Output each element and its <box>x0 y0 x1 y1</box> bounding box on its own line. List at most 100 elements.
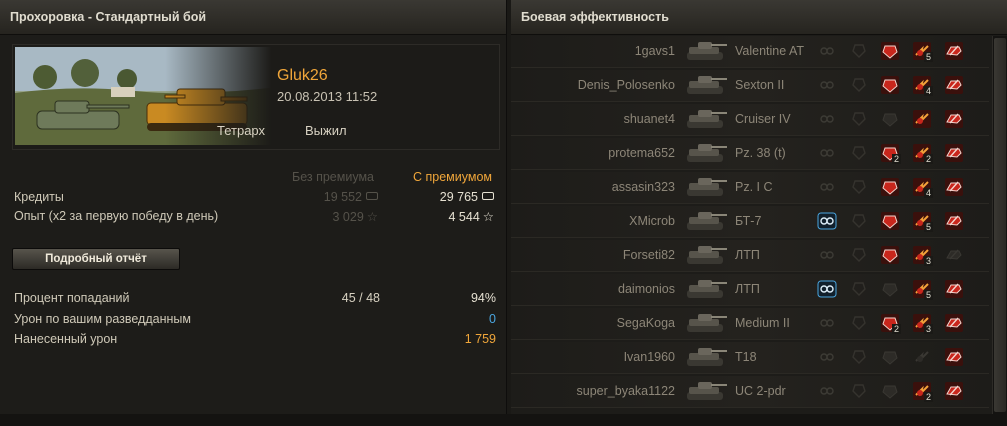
damage-icon[interactable] <box>912 109 932 129</box>
critical-hit-icon[interactable] <box>880 41 900 61</box>
efficiency-title: Боевая эффективность <box>511 0 1007 35</box>
combat-efficiency-panel: Боевая эффективность 1gavs1 Valentine AT 5… <box>511 0 1007 426</box>
tank-icon <box>683 175 729 199</box>
assist-icon[interactable] <box>849 211 869 231</box>
kill-icon[interactable] <box>944 41 964 61</box>
spotted-icon[interactable] <box>817 347 837 367</box>
count-badge: 3 <box>924 324 934 334</box>
assist-icon[interactable] <box>849 75 869 95</box>
credits-premium: 29 765 <box>440 190 494 204</box>
spotted-icon[interactable] <box>817 177 837 197</box>
kill-icon[interactable] <box>944 109 964 129</box>
damage-icon[interactable] <box>912 347 932 367</box>
player-row: Denis_Polosenko Sexton II 4 <box>511 70 989 102</box>
critical-hit-icon[interactable] <box>880 381 900 401</box>
tank-name: Cruiser IV <box>735 112 791 126</box>
hero-card: Gluk26 20.08.2013 11:52 Тетрарх Выжил <box>12 44 500 150</box>
damage-label: Нанесенный урон <box>14 332 118 346</box>
kill-icon[interactable] <box>944 75 964 95</box>
credits-icon <box>482 192 494 200</box>
kill-icon[interactable] <box>944 381 964 401</box>
tank-name: Pz. 38 (t) <box>735 146 786 160</box>
kill-icon[interactable] <box>944 313 964 333</box>
assist-icon[interactable] <box>849 279 869 299</box>
kill-icon[interactable] <box>944 347 964 367</box>
assist-icon[interactable] <box>849 177 869 197</box>
vehicle-name: Тетрарх <box>217 123 266 138</box>
tank-icon <box>683 277 729 301</box>
player-name: XMicrob <box>629 214 675 228</box>
critical-hit-icon[interactable] <box>880 75 900 95</box>
critical-hit-icon[interactable]: 2 <box>880 143 902 164</box>
player-row: Ivan1960 T18 <box>511 342 989 374</box>
critical-hit-icon[interactable] <box>880 347 900 367</box>
player-row: protema652 Pz. 38 (t) 2 2 <box>511 138 989 170</box>
player-name: super_byaka1122 <box>576 384 675 398</box>
count-badge: 2 <box>924 154 934 164</box>
spotted-icon[interactable] <box>817 109 837 129</box>
damage-icon[interactable]: 3 <box>912 313 934 334</box>
player-name: protema652 <box>608 146 675 160</box>
assist-icon[interactable] <box>849 347 869 367</box>
scrollbar[interactable] <box>992 36 1007 414</box>
credits-icon <box>366 192 378 200</box>
assist-icon[interactable] <box>849 41 869 61</box>
tank-name: UC 2-pdr <box>735 384 786 398</box>
kill-icon[interactable] <box>944 245 964 265</box>
critical-hit-icon[interactable] <box>880 109 900 129</box>
spotted-icon[interactable] <box>817 143 837 163</box>
assist-icon[interactable] <box>849 381 869 401</box>
spotted-icon[interactable] <box>817 211 837 231</box>
critical-hit-icon[interactable] <box>880 177 900 197</box>
assist-icon[interactable] <box>849 143 869 163</box>
damage-icon[interactable]: 4 <box>912 177 934 198</box>
damage-icon[interactable]: 4 <box>912 75 934 96</box>
damage-icon[interactable]: 3 <box>912 245 934 266</box>
hit-percent-value: 94% <box>470 291 496 305</box>
damage-icon[interactable]: 5 <box>912 41 934 62</box>
xp-premium-value: 4 544 <box>448 210 480 224</box>
player-row: assasin323 Pz. I C 4 <box>511 172 989 204</box>
critical-hit-icon[interactable] <box>880 279 900 299</box>
assist-icon[interactable] <box>849 313 869 333</box>
kill-icon[interactable] <box>944 143 964 163</box>
tank-name: Pz. I C <box>735 180 773 194</box>
kill-icon[interactable] <box>944 211 964 231</box>
spotted-icon[interactable] <box>817 75 837 95</box>
damage-icon[interactable]: 2 <box>912 381 934 402</box>
player-row: Forseti82 ЛТП 3 <box>511 240 989 272</box>
player-name: Forseti82 <box>622 248 675 262</box>
player-name: 1gavs1 <box>634 44 675 58</box>
hit-percent-label: Процент попаданий <box>14 291 130 305</box>
xp-label: Опыт (x2 за первую победу в день) <box>14 209 219 223</box>
spotted-icon[interactable] <box>817 279 837 299</box>
column-premium: С премиумом <box>413 170 492 184</box>
credits-base-value: 19 552 <box>323 190 362 204</box>
assist-icon[interactable] <box>849 245 869 265</box>
assist-icon[interactable] <box>849 109 869 129</box>
kill-icon[interactable] <box>944 177 964 197</box>
damage-icon[interactable]: 2 <box>912 143 934 164</box>
damage-icon[interactable]: 5 <box>912 279 934 300</box>
spotted-icon[interactable] <box>817 245 837 265</box>
scroll-thumb[interactable] <box>994 38 1006 412</box>
critical-hit-icon[interactable] <box>880 245 900 265</box>
critical-hit-icon[interactable]: 2 <box>880 313 902 334</box>
spotted-icon[interactable] <box>817 41 837 61</box>
critical-hit-icon[interactable] <box>880 211 900 231</box>
spotted-icon[interactable] <box>817 381 837 401</box>
detailed-report-button[interactable]: Подробный отчёт <box>12 248 180 270</box>
spot-damage-value: 0 <box>489 312 496 326</box>
xp-premium: 4 544 ☆ <box>449 209 495 224</box>
credits-base: 19 552 <box>324 190 378 204</box>
battle-date: 20.08.2013 11:52 <box>277 89 378 104</box>
tank-icon <box>683 73 729 97</box>
kill-icon[interactable] <box>944 279 964 299</box>
tank-icon <box>683 39 729 63</box>
hits-value: 45 / 48 <box>341 291 380 305</box>
player-name: SegaKoga <box>616 316 675 330</box>
player-row: 1gavs1 Valentine AT 5 <box>511 36 989 68</box>
count-badge: 3 <box>924 256 934 266</box>
damage-icon[interactable]: 5 <box>912 211 934 232</box>
spotted-icon[interactable] <box>817 313 837 333</box>
